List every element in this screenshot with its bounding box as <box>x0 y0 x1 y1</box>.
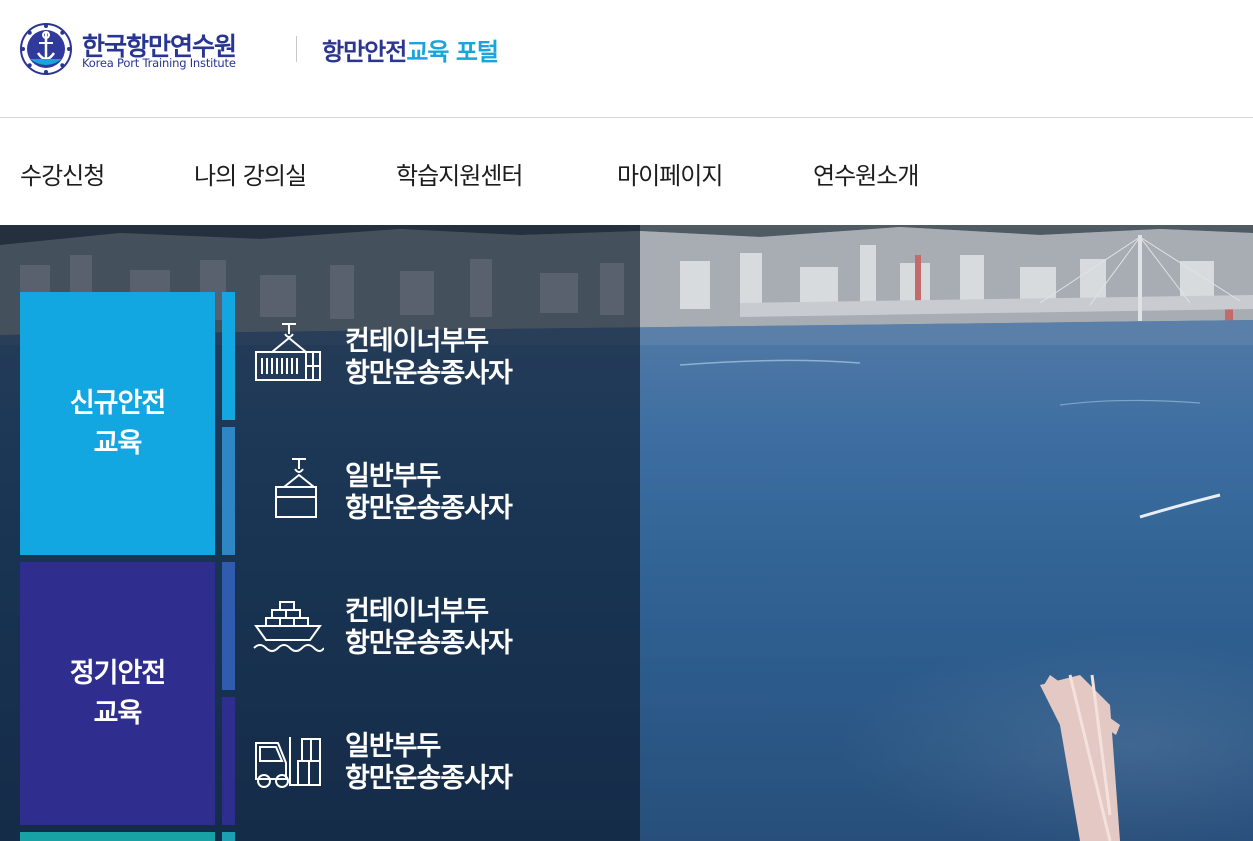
course-indicator-bar <box>222 292 235 420</box>
course-indicator-bar <box>222 562 235 690</box>
category-new-safety-education[interactable]: 신규안전 교육 <box>20 292 215 555</box>
course-regular-container-terminal[interactable]: 컨테이너부두 항만운송종사자 <box>242 562 637 690</box>
cargo-box-icon <box>275 458 317 518</box>
category-regular-line2: 교육 <box>93 697 143 729</box>
logo-divider <box>296 36 297 62</box>
course-label: 일반부두 항만운송종사자 <box>345 461 513 525</box>
category-new-line1: 신규안전 <box>69 387 166 419</box>
nav-item-course-registration[interactable]: 수강신청 <box>20 156 105 191</box>
category-new-line2: 교육 <box>93 427 143 459</box>
nav-item-learning-support[interactable]: 학습지원센터 <box>396 156 523 191</box>
course-indicator-bar <box>222 697 235 825</box>
course-new-general-terminal[interactable]: 일반부두 항만운송종사자 <box>242 427 637 555</box>
forklift-icon <box>255 737 321 788</box>
course-label-line2: 항만운송종사자 <box>345 628 513 659</box>
category-regular-safety-education[interactable]: 정기안전 교육 <box>20 562 215 825</box>
sea-surface <box>679 359 1221 841</box>
course-regular-general-terminal[interactable]: 일반부두 항만운송종사자 <box>242 697 637 825</box>
category-next-block[interactable] <box>20 832 215 841</box>
course-label: 컨테이너부두 항만운송종사자 <box>345 326 513 390</box>
course-indicator-bar <box>222 832 235 841</box>
nav-item-my-classroom[interactable]: 나의 강의실 <box>194 156 307 191</box>
container-crane-icon <box>255 323 321 381</box>
portal-title-accent: 교육 포털 <box>406 38 499 66</box>
portal-title-main: 항만안전 <box>322 38 407 66</box>
site-header: 한국항만연수원 Korea Port Training Institute 항만… <box>0 0 1253 118</box>
category-regular-line1: 정기안전 <box>69 657 166 689</box>
course-label: 컨테이너부두 항만운송종사자 <box>345 596 513 660</box>
logo-english-name[interactable]: Korea Port Training Institute <box>82 56 236 70</box>
course-label: 일반부두 항만운송종사자 <box>345 731 513 795</box>
course-label-line1: 컨테이너부두 <box>345 326 489 357</box>
course-label-line2: 항만운송종사자 <box>345 493 513 524</box>
portal-title[interactable]: 항만안전교육 포털 <box>322 32 499 67</box>
nav-item-my-page[interactable]: 마이페이지 <box>617 156 723 191</box>
course-label-line1: 컨테이너부두 <box>345 596 489 627</box>
main-navigation: 수강신청 나의 강의실 학습지원센터 마이페이지 연수원소개 <box>0 119 1253 225</box>
container-ship-icon <box>253 601 324 652</box>
institute-emblem-icon[interactable] <box>20 23 72 75</box>
course-label-line1: 일반부두 <box>345 731 441 762</box>
course-label-line1: 일반부두 <box>345 461 441 492</box>
course-label-line2: 항만운송종사자 <box>345 358 513 389</box>
nav-item-about-institute[interactable]: 연수원소개 <box>813 156 919 191</box>
course-indicator-bar <box>222 427 235 555</box>
course-new-container-terminal[interactable]: 컨테이너부두 항만운송종사자 <box>242 292 637 420</box>
course-label-line2: 항만운송종사자 <box>345 763 513 794</box>
